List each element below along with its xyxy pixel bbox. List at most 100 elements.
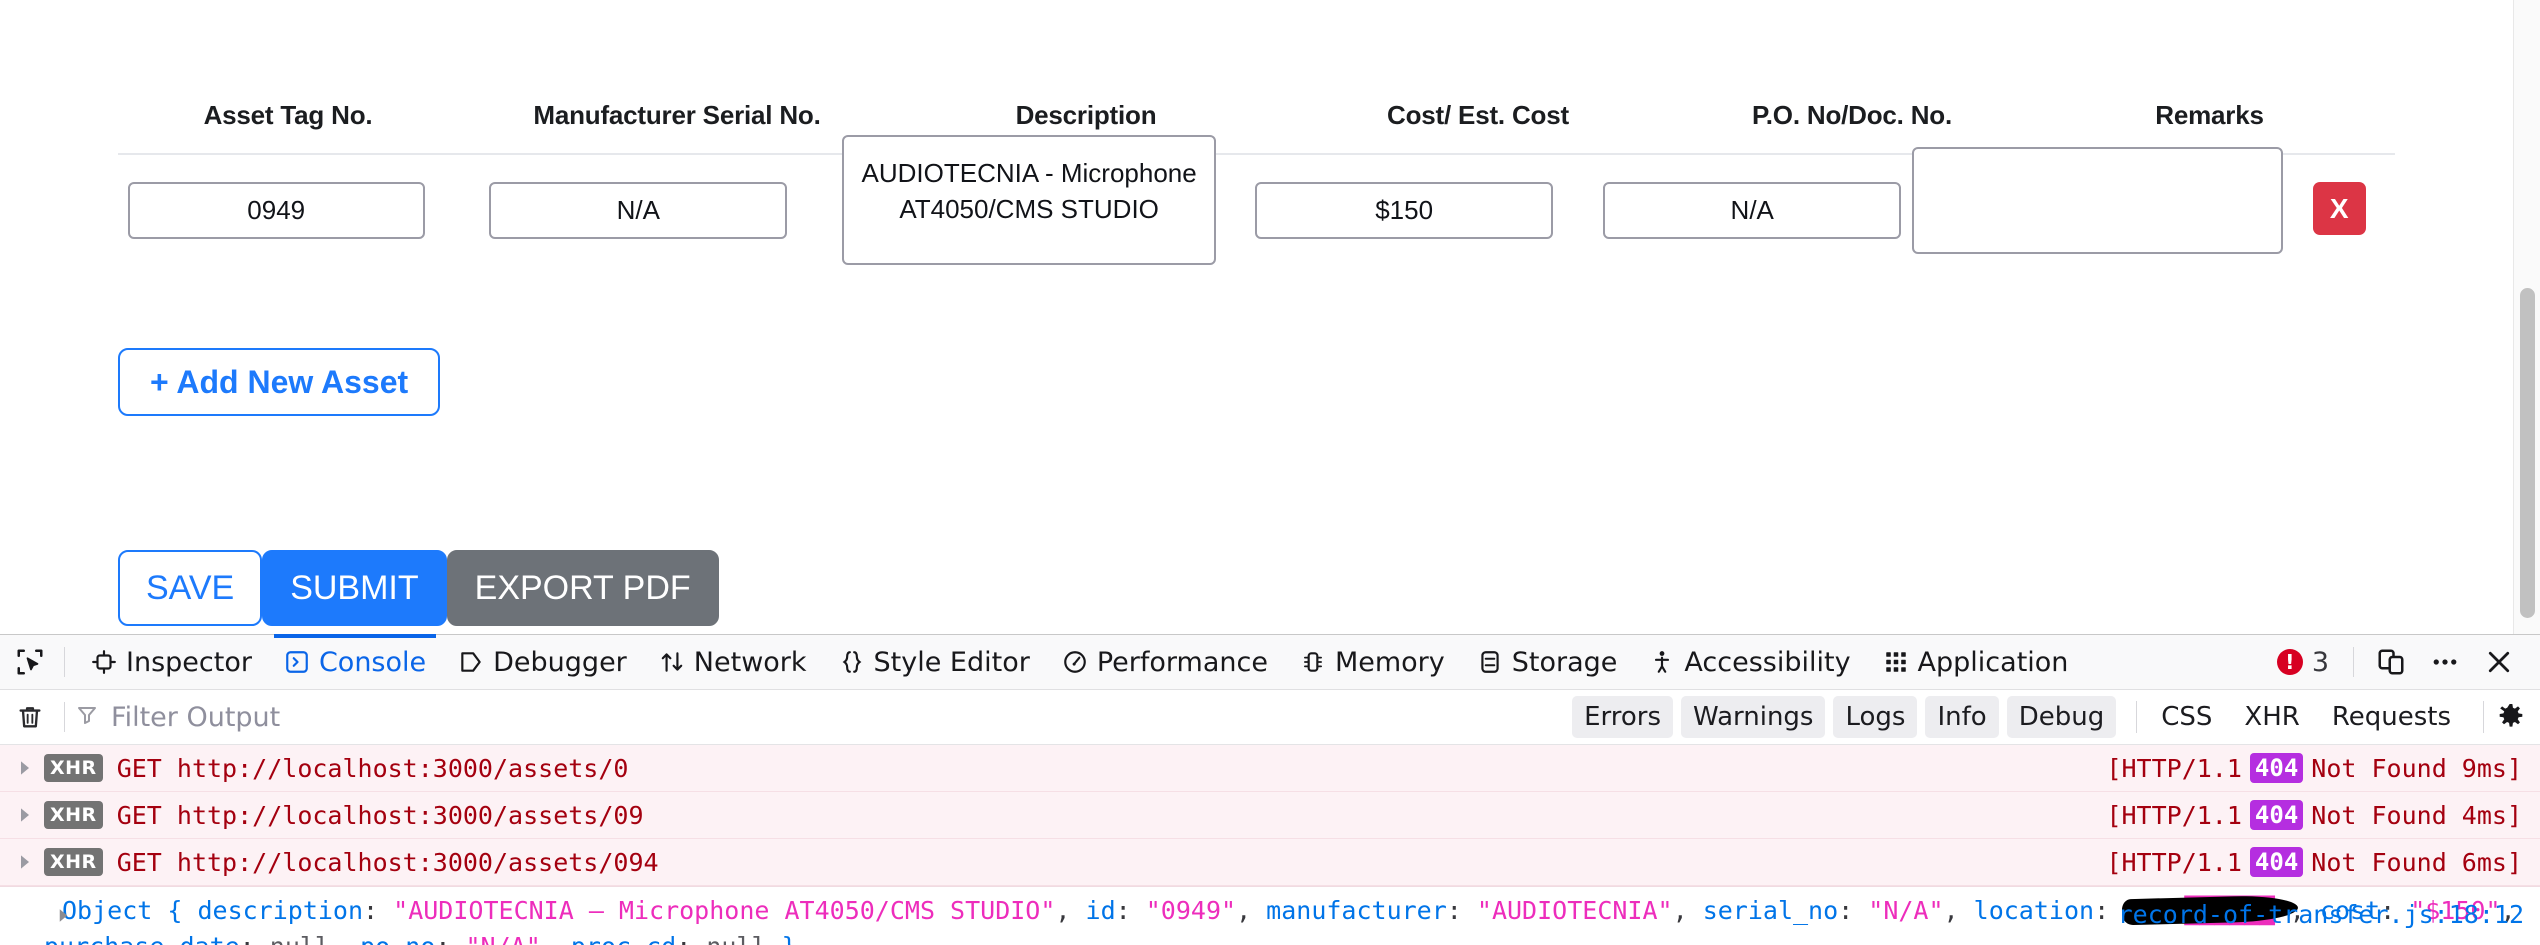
devtools-toolbar: Inspector Console Debugger Network Style… — [0, 634, 2540, 690]
tab-console[interactable]: Console — [268, 634, 442, 689]
cell-description: AUDIOTECNIA - Microphone AT4050/CMS STUD… — [842, 135, 1217, 265]
style-editor-icon — [839, 649, 865, 675]
application-icon — [1883, 649, 1909, 675]
column-header-po-no: P.O. No/Doc. No. — [1751, 100, 1952, 130]
close-icon[interactable] — [2472, 635, 2526, 689]
responsive-design-mode-icon[interactable] — [2364, 635, 2418, 689]
console-log-row[interactable]: XHR GET http://localhost:3000/assets/094… — [0, 839, 2540, 886]
filter-debug-button[interactable]: Debug — [2006, 696, 2117, 738]
log-message-1: GET http://localhost:3000/assets/09 — [116, 800, 644, 830]
tab-debugger[interactable]: Debugger — [442, 635, 643, 689]
error-icon: ! — [2276, 649, 2303, 675]
error-count-label: 3 — [2311, 646, 2329, 678]
inspector-icon — [91, 649, 117, 675]
network-icon — [659, 649, 685, 675]
submit-button[interactable]: SUBMIT — [262, 550, 447, 626]
console-log-row[interactable]: XHR GET http://localhost:3000/assets/0 [… — [0, 745, 2540, 792]
cell-remarks — [1912, 147, 2284, 254]
devtools-toolbar-right: ! 3 — [2263, 635, 2526, 689]
devtools-panel: Inspector Console Debugger Network Style… — [0, 634, 2540, 945]
add-new-asset-button[interactable]: + Add New Asset — [118, 348, 441, 416]
filters-divider-2 — [2483, 701, 2484, 733]
tab-application[interactable]: Application — [1867, 635, 2085, 689]
column-header-cost: Cost/ Est. Cost — [1387, 100, 1569, 130]
meatball-menu-icon[interactable] — [2418, 635, 2472, 689]
console-log-row[interactable]: XHR GET http://localhost:3000/assets/09 … — [0, 792, 2540, 839]
tab-storage[interactable]: Storage — [1461, 635, 1634, 689]
filter-info-button[interactable]: Info — [1925, 696, 1999, 738]
accessibility-icon — [1649, 649, 1675, 675]
debugger-icon — [458, 649, 484, 675]
page-scrollbar-thumb[interactable] — [2520, 288, 2535, 618]
console-icon — [284, 649, 310, 675]
tab-accessibility[interactable]: Accessibility — [1633, 635, 1866, 689]
xhr-badge: XHR — [44, 848, 103, 876]
description-textarea[interactable]: AUDIOTECNIA - Microphone AT4050/CMS STUD… — [842, 135, 1217, 265]
expand-arrow-icon[interactable] — [12, 760, 38, 776]
tab-accessibility-label: Accessibility — [1684, 646, 1851, 678]
asset-table: Asset Tag No. Manufacturer Serial No. De… — [118, 100, 2395, 265]
console-filter-bar: Errors Warnings Logs Info Debug CSS XHR … — [0, 690, 2540, 745]
toolbar-divider-2 — [2353, 647, 2354, 677]
asset-tag-input[interactable] — [127, 182, 425, 239]
storage-icon — [1477, 649, 1503, 675]
filter-logs-button[interactable]: Logs — [1833, 696, 1918, 738]
filter-css-button[interactable]: CSS — [2149, 696, 2224, 738]
memory-icon — [1300, 649, 1326, 675]
xhr-badge: XHR — [44, 801, 103, 829]
column-header-description: Description — [1015, 100, 1157, 130]
trash-icon[interactable] — [6, 693, 54, 741]
tab-memory[interactable]: Memory — [1284, 635, 1461, 689]
log-message-2: GET http://localhost:3000/assets/094 — [116, 847, 659, 877]
console-output[interactable]: XHR GET http://localhost:3000/assets/0 [… — [0, 745, 2540, 945]
status-code-badge: 404 — [2249, 800, 2304, 830]
expand-arrow-icon[interactable] — [12, 807, 38, 823]
tab-inspector[interactable]: Inspector — [75, 635, 268, 689]
page-scrollbar[interactable] — [2513, 0, 2540, 634]
column-header-serial: Manufacturer Serial No. — [533, 100, 821, 130]
log-status-2: [HTTP/1.1 404 Not Found 6ms] — [2106, 847, 2522, 877]
filter-errors-button[interactable]: Errors — [1572, 696, 1674, 738]
cell-serial — [434, 182, 842, 239]
web-page-content: Asset Tag No. Manufacturer Serial No. De… — [0, 0, 2540, 634]
filter-funnel-icon — [75, 703, 99, 731]
filterbar-divider — [64, 702, 65, 732]
expand-arrow-icon[interactable] — [12, 854, 38, 870]
export-pdf-button[interactable]: EXPORT PDF — [446, 550, 719, 626]
source-link[interactable]: record-of-transfer.js:18:12 — [2118, 897, 2524, 933]
toolbar-divider — [64, 647, 65, 677]
filter-input[interactable] — [109, 700, 713, 734]
xhr-badge: XHR — [44, 754, 103, 782]
error-count-badge[interactable]: ! 3 — [2263, 647, 2343, 678]
tab-network[interactable]: Network — [643, 635, 823, 689]
status-code-badge: 404 — [2249, 847, 2304, 877]
cell-po-no — [1592, 182, 1912, 239]
tab-storage-label: Storage — [1511, 646, 1618, 678]
cell-cost — [1216, 182, 1592, 239]
form-actions: SAVE SUBMIT EXPORT PDF — [118, 550, 719, 626]
cost-input[interactable] — [1255, 182, 1554, 239]
remove-row-button[interactable]: X — [2312, 182, 2366, 235]
tab-memory-label: Memory — [1334, 646, 1445, 678]
element-picker-icon[interactable] — [6, 638, 54, 686]
cell-asset-tag — [118, 182, 434, 239]
status-code-badge: 404 — [2249, 753, 2304, 783]
po-no-input[interactable] — [1603, 182, 1902, 239]
tab-application-label: Application — [1917, 646, 2069, 678]
log-status-1: [HTTP/1.1 404 Not Found 4ms] — [2106, 800, 2522, 830]
console-object-row[interactable]: Object { description: "AUDIOTECNIA – Mic… — [0, 886, 2540, 945]
filter-requests-button[interactable]: Requests — [2320, 696, 2463, 738]
column-header-remarks: Remarks — [2155, 100, 2264, 130]
serial-no-input[interactable] — [489, 182, 788, 239]
expand-arrow-icon[interactable] — [56, 897, 71, 933]
remarks-textarea[interactable] — [1912, 147, 2284, 254]
tab-performance[interactable]: Performance — [1046, 635, 1284, 689]
filter-warnings-button[interactable]: Warnings — [1681, 696, 1826, 738]
tab-style-editor-label: Style Editor — [873, 646, 1030, 678]
save-button[interactable]: SAVE — [118, 550, 263, 626]
tab-style-editor[interactable]: Style Editor — [823, 635, 1046, 689]
devtools-tabs: Inspector Console Debugger Network Style… — [75, 634, 2085, 689]
gear-icon[interactable] — [2496, 702, 2530, 732]
filter-xhr-button[interactable]: XHR — [2232, 696, 2311, 738]
tab-network-label: Network — [693, 646, 807, 678]
